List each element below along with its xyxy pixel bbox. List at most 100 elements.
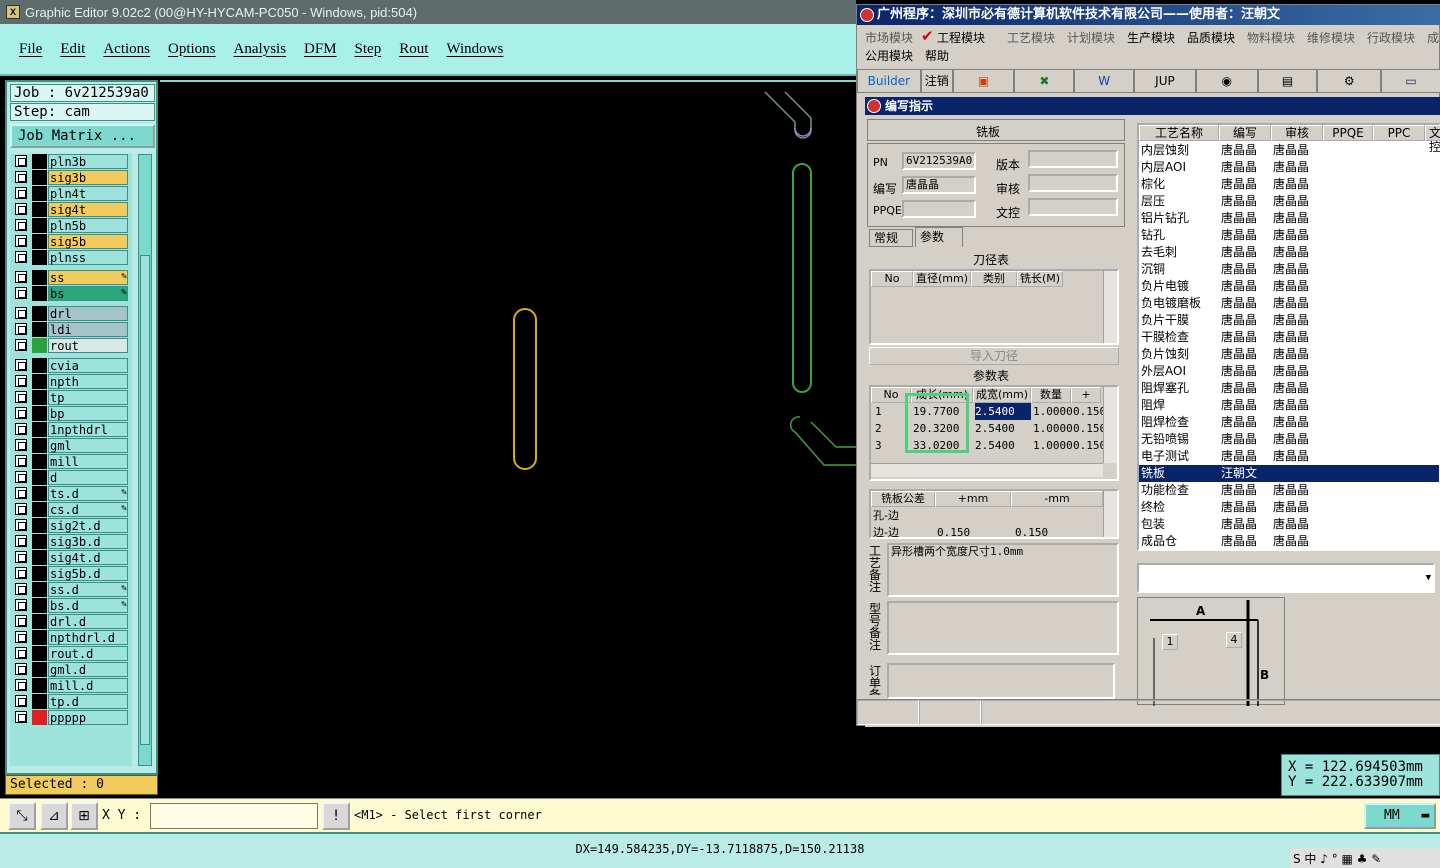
note2-field[interactable] — [887, 601, 1119, 655]
layer-row-22[interactable]: sig2t.d — [13, 518, 131, 533]
layer-row-18[interactable]: mill — [13, 454, 131, 469]
erp-menu-item-1[interactable]: 工程模块 — [937, 29, 985, 46]
logout-button[interactable]: 注销 — [920, 69, 953, 93]
job-matrix-button[interactable]: Job Matrix ... — [10, 124, 155, 148]
layer-name[interactable]: ts.d — [48, 486, 128, 501]
menu-rout[interactable]: Rout — [399, 41, 428, 58]
layer-name[interactable]: drl — [48, 306, 128, 321]
process-row[interactable]: 负片蚀刻 唐晶晶 唐晶晶 — [1139, 346, 1439, 363]
layer-checkbox[interactable] — [15, 471, 27, 483]
process-col-0[interactable]: 工艺名称 — [1139, 125, 1219, 141]
layer-color-swatch[interactable] — [32, 470, 47, 485]
layer-scrollbar[interactable] — [138, 154, 152, 766]
erp-menu-item-10[interactable]: 公用模块 — [865, 47, 913, 64]
layer-row-0[interactable]: pln3b — [13, 154, 131, 169]
layer-color-swatch[interactable] — [32, 438, 47, 453]
layer-checkbox[interactable] — [15, 599, 27, 611]
layer-checkbox[interactable] — [15, 663, 27, 675]
layer-row-29[interactable]: npthdrl.d — [13, 630, 131, 645]
grid-icon[interactable]: ⊞ — [70, 802, 98, 830]
param-cell[interactable]: 1.0000 — [1033, 403, 1073, 420]
note1-field[interactable]: 异形槽两个宽度尺寸1.0mm — [887, 543, 1119, 597]
process-col-1[interactable]: 编写 — [1219, 125, 1271, 141]
word-icon[interactable]: W — [1074, 69, 1135, 93]
layer-checkbox[interactable] — [15, 339, 27, 351]
layer-name[interactable]: ppppp — [48, 710, 128, 725]
param-cell[interactable]: 2.5400 — [975, 420, 1031, 437]
menu-analysis[interactable]: Analysis — [234, 41, 287, 58]
layer-row-27[interactable]: bs.d ✎ — [13, 598, 131, 613]
process-row[interactable]: 内层蚀刻 唐晶晶 唐晶晶 — [1139, 142, 1439, 159]
layer-row-34[interactable]: ppppp — [13, 710, 131, 725]
diagram-4[interactable]: 4 — [1226, 632, 1242, 648]
ppqe-field[interactable] — [902, 200, 976, 218]
layer-color-swatch[interactable] — [32, 598, 47, 613]
layer-color-swatch[interactable] — [32, 322, 47, 337]
layer-name[interactable]: rout.d — [48, 646, 128, 661]
layer-row-30[interactable]: rout.d — [13, 646, 131, 661]
layer-name[interactable]: bp — [48, 406, 128, 421]
param-cell[interactable]: 2.5400 — [975, 403, 1031, 420]
process-row[interactable]: 沉铜 唐晶晶 唐晶晶 — [1139, 261, 1439, 278]
layer-row-31[interactable]: gml.d — [13, 662, 131, 677]
layer-name[interactable]: 1npthdrl — [48, 422, 128, 437]
layer-color-swatch[interactable] — [32, 202, 47, 217]
layer-row-33[interactable]: tp.d — [13, 694, 131, 709]
layer-name[interactable]: gml.d — [48, 662, 128, 677]
info-icon[interactable]: ! — [322, 802, 350, 830]
tool-table-scrollbar[interactable] — [1103, 271, 1117, 343]
doc-field[interactable] — [1028, 198, 1118, 216]
layer-checkbox[interactable] — [15, 631, 27, 643]
layer-row-25[interactable]: sig5b.d — [13, 566, 131, 581]
layer-color-swatch[interactable] — [32, 286, 47, 301]
layer-checkbox[interactable] — [15, 375, 27, 387]
process-col-4[interactable]: PPC — [1373, 125, 1425, 141]
layer-row-28[interactable]: drl.d — [13, 614, 131, 629]
process-row[interactable]: 去毛刺 唐晶晶 唐晶晶 — [1139, 244, 1439, 261]
layer-color-swatch[interactable] — [32, 518, 47, 533]
database-icon[interactable]: ▤ — [1257, 69, 1318, 93]
layer-color-swatch[interactable] — [32, 534, 47, 549]
layer-row-7[interactable]: ss ✎ — [13, 270, 131, 285]
layer-color-swatch[interactable] — [32, 154, 47, 169]
process-col-3[interactable]: PPQE — [1323, 125, 1373, 141]
process-select[interactable]: ▼ — [1137, 563, 1435, 593]
layer-color-swatch[interactable] — [32, 306, 47, 321]
layer-color-swatch[interactable] — [32, 374, 47, 389]
layer-checkbox[interactable] — [15, 171, 27, 183]
layer-color-swatch[interactable] — [32, 338, 47, 353]
layer-checkbox[interactable] — [15, 535, 27, 547]
tab-general[interactable]: 常规 — [869, 229, 913, 247]
note3-field[interactable] — [887, 663, 1115, 699]
layer-color-swatch[interactable] — [32, 566, 47, 581]
layer-row-13[interactable]: npth — [13, 374, 131, 389]
layer-row-26[interactable]: ss.d ✎ — [13, 582, 131, 597]
layer-name[interactable]: pln5b — [48, 218, 128, 233]
layer-checkbox[interactable] — [15, 551, 27, 563]
param-cell[interactable]: 1.0000 — [1033, 420, 1073, 437]
pn-field[interactable]: 6V212539A0 — [902, 152, 976, 170]
layer-checkbox[interactable] — [15, 647, 27, 659]
process-row[interactable]: 棕化 唐晶晶 唐晶晶 — [1139, 176, 1439, 193]
layer-name[interactable]: plnss — [48, 250, 128, 265]
layer-name[interactable]: bs — [48, 286, 128, 301]
process-row[interactable]: 阻焊 唐晶晶 唐晶晶 — [1139, 397, 1439, 414]
erp-menu-item-5[interactable]: 品质模块 — [1187, 29, 1235, 46]
layer-row-21[interactable]: cs.d ✎ — [13, 502, 131, 517]
layer-checkbox[interactable] — [15, 423, 27, 435]
jup-button[interactable]: JUP — [1134, 69, 1196, 93]
menu-file[interactable]: File — [19, 41, 42, 58]
layer-name[interactable]: mill — [48, 454, 128, 469]
layer-color-swatch[interactable] — [32, 550, 47, 565]
layer-checkbox[interactable] — [15, 503, 27, 515]
scroll-thumb[interactable] — [140, 255, 150, 745]
layer-color-swatch[interactable] — [32, 358, 47, 373]
layer-row-4[interactable]: pln5b — [13, 218, 131, 233]
layer-checkbox[interactable] — [15, 583, 27, 595]
layer-checkbox[interactable] — [15, 455, 27, 467]
layer-name[interactable]: ldi — [48, 322, 128, 337]
process-row[interactable]: 功能检查 唐晶晶 唐晶晶 — [1139, 482, 1439, 499]
layer-checkbox[interactable] — [15, 251, 27, 263]
layer-row-16[interactable]: 1npthdrl — [13, 422, 131, 437]
process-col-5[interactable]: 文控 — [1425, 125, 1440, 154]
